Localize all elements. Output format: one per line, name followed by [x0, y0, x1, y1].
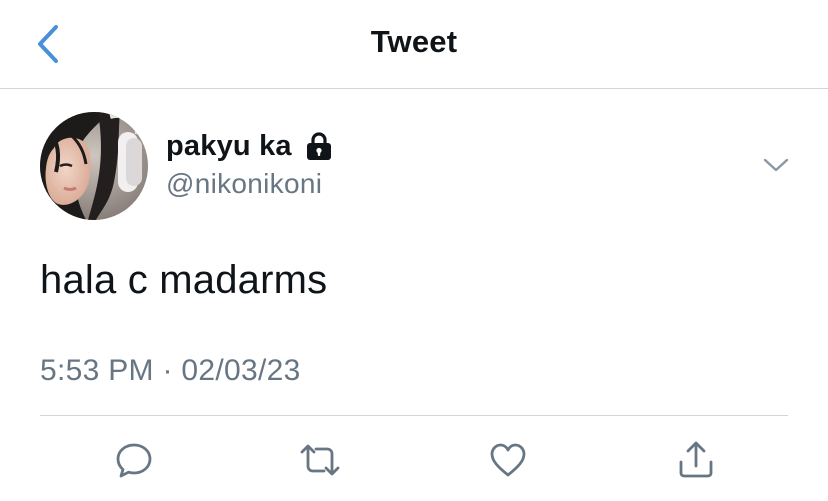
divider	[40, 415, 788, 416]
like-button[interactable]	[486, 438, 530, 482]
avatar[interactable]	[40, 112, 148, 220]
chevron-down-icon	[762, 157, 790, 173]
share-upload-icon	[676, 440, 716, 480]
page-title: Tweet	[370, 24, 458, 59]
tweet-menu-button[interactable]	[758, 150, 794, 180]
username[interactable]: @nikonikoni	[166, 168, 322, 200]
author-name-row[interactable]: pakyu ka	[166, 128, 334, 164]
retweet-arrows-icon	[298, 440, 342, 480]
nav-header: Tweet	[0, 0, 828, 89]
tweet-detail-screen: Tweet pakyu ka @nikonikoni hala c madarm…	[0, 0, 828, 501]
lock-icon	[304, 131, 334, 161]
reply-button[interactable]	[112, 438, 156, 482]
tweet-timestamp: 5:53 PM · 02/03/23	[40, 354, 301, 387]
retweet-button[interactable]	[298, 438, 342, 482]
speech-bubble-icon	[114, 440, 154, 480]
share-button[interactable]	[674, 438, 718, 482]
profile-photo	[40, 112, 148, 220]
display-name: pakyu ka	[166, 129, 292, 162]
tweet-text: hala c madarms	[40, 258, 328, 302]
heart-icon	[488, 441, 528, 479]
